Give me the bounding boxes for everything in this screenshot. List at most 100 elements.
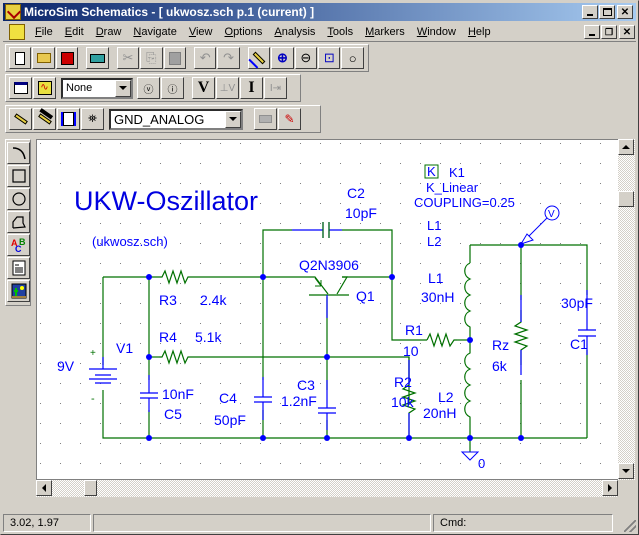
arrow-right-icon (608, 484, 612, 492)
vertical-scrollbar[interactable] (618, 139, 635, 480)
voltage-marker-button[interactable]: V (192, 77, 215, 99)
zoom-out-button[interactable]: ⊖ (294, 47, 318, 69)
save-button[interactable] (55, 47, 79, 69)
current-marker-button[interactable]: I (240, 77, 263, 99)
undo-button[interactable]: ↶ (193, 47, 217, 69)
marker-mode-dropdown-button[interactable] (115, 79, 131, 97)
part-name-dropdown-button[interactable] (225, 110, 241, 128)
menu-markers[interactable]: Markers (359, 23, 411, 41)
part-name-select[interactable]: GND_ANALOG (109, 108, 243, 130)
scroll-down-button[interactable] (618, 463, 634, 479)
horizontal-scroll-thumb[interactable] (84, 480, 97, 496)
menu-window[interactable]: Window (411, 23, 462, 41)
restore-icon: ❐ (604, 26, 614, 37)
box-tool-button[interactable] (7, 165, 30, 187)
schematic-subtitle[interactable]: (ukwosz.sch) (92, 234, 168, 249)
document-icon[interactable] (9, 23, 25, 40)
scroll-left-button[interactable] (36, 480, 52, 496)
marker-mode-select[interactable]: None (61, 77, 133, 99)
minimize-button[interactable] (582, 5, 598, 19)
graphics-toolbar: ABC (5, 139, 31, 306)
edit-attributes-button[interactable] (9, 77, 32, 99)
circle-tool-button[interactable] (7, 188, 30, 210)
draw-toolbar: ⛯ GND_ANALOG ✎ (5, 105, 321, 133)
probe-current-button[interactable]: ⓘ (161, 77, 184, 99)
zoom-area-button[interactable]: ⊡ (318, 47, 341, 69)
get-part-button[interactable]: ⛯ (81, 108, 104, 130)
doc-minimize-button[interactable] (584, 25, 600, 39)
draw-block-button[interactable] (57, 108, 80, 130)
close-icon: ✕ (620, 6, 630, 18)
menu-file[interactable]: File (29, 23, 59, 41)
part-ref: R1 (405, 322, 423, 338)
junction-dot (146, 435, 152, 441)
save-disk-icon (60, 51, 74, 65)
doc-restore-button[interactable]: ❐ (601, 25, 617, 39)
setup-analysis-button[interactable]: ∿ (33, 77, 56, 99)
text-box-tool-button[interactable] (7, 257, 30, 279)
schematic-drawing[interactable]: UKW-Oszillator (ukwosz.sch) K K1 K_Linea… (37, 140, 619, 481)
menu-navigate[interactable]: Navigate (127, 23, 182, 41)
scroll-up-button[interactable] (618, 139, 634, 155)
app-icon[interactable] (5, 4, 21, 20)
insert-picture-tool-button[interactable] (7, 280, 30, 302)
scissors-icon: ✂ (122, 50, 134, 65)
zoom-in-button[interactable]: ⊕ (271, 47, 294, 69)
resize-grip[interactable] (624, 520, 636, 532)
menu-help[interactable]: Help (462, 23, 497, 41)
part-value: 30pF (561, 295, 593, 311)
arrow-down-icon (622, 469, 630, 473)
part-ref: C2 (347, 185, 365, 201)
menu-options[interactable]: Options (219, 23, 269, 41)
menu-draw[interactable]: Draw (90, 23, 128, 41)
paste-button[interactable] (163, 47, 186, 69)
redraw-button[interactable] (247, 47, 271, 69)
coupling-l2: L2 (427, 234, 441, 249)
voltage-differential-marker-button[interactable]: ⊥V (216, 77, 239, 99)
junction-dot (260, 435, 266, 441)
zoom-fit-button[interactable]: ○ (341, 47, 364, 69)
draw-wire-button[interactable] (9, 108, 32, 130)
coupling-l1: L1 (427, 218, 441, 233)
probe-voltage-button[interactable]: ⓥ (137, 77, 160, 99)
scroll-right-button[interactable] (602, 480, 618, 496)
vertical-scroll-thumb[interactable] (618, 191, 634, 207)
voltage-diff-marker-icon: ⊥V (219, 82, 236, 94)
part-name-value: GND_ANALOG (114, 111, 205, 127)
copy-button[interactable]: ⎘ (140, 47, 163, 69)
schematic-title[interactable]: UKW-Oszillator (74, 186, 258, 216)
part-value: Q2N3906 (299, 257, 359, 273)
edit-symbol-button[interactable]: ✎ (278, 108, 301, 130)
open-button[interactable] (32, 47, 55, 69)
part-ref: C5 (164, 406, 182, 422)
new-button[interactable] (9, 47, 32, 69)
doc-close-button[interactable]: ✕ (619, 25, 635, 39)
menu-bar: File Edit Draw Navigate View Options Ana… (3, 22, 636, 42)
place-part-button[interactable] (254, 108, 277, 130)
title-bar[interactable]: MicroSim Schematics - [ ukwosz.sch p.1 (… (3, 3, 636, 21)
menu-edit[interactable]: Edit (59, 23, 90, 41)
text-tool-button[interactable]: ABC (7, 234, 30, 256)
print-button[interactable] (86, 47, 109, 69)
abc-text-icon: A BC (11, 237, 26, 253)
part-value: 10nF (162, 386, 194, 402)
bus-pencil-icon (37, 113, 52, 125)
part-ref: C4 (219, 390, 237, 406)
junction-dot (406, 435, 412, 441)
coupling-symbol: K (427, 164, 436, 179)
redo-button[interactable]: ↷ (217, 47, 240, 69)
voltage-marker-label: V (548, 209, 555, 220)
schematic-canvas[interactable]: UKW-Oszillator (ukwosz.sch) K K1 K_Linea… (36, 139, 619, 481)
arc-tool-button[interactable] (7, 142, 30, 164)
menu-analysis[interactable]: Analysis (268, 23, 321, 41)
junction-dot (518, 242, 524, 248)
polyline-tool-button[interactable] (7, 211, 30, 233)
menu-view[interactable]: View (183, 23, 219, 41)
current-into-pin-marker-button[interactable]: I⇥ (264, 77, 287, 99)
cut-button[interactable]: ✂ (116, 47, 140, 69)
horizontal-scrollbar[interactable] (36, 480, 618, 497)
draw-bus-button[interactable] (33, 108, 56, 130)
menu-tools[interactable]: Tools (321, 23, 359, 41)
close-button[interactable]: ✕ (617, 5, 633, 19)
maximize-button[interactable] (599, 5, 615, 19)
